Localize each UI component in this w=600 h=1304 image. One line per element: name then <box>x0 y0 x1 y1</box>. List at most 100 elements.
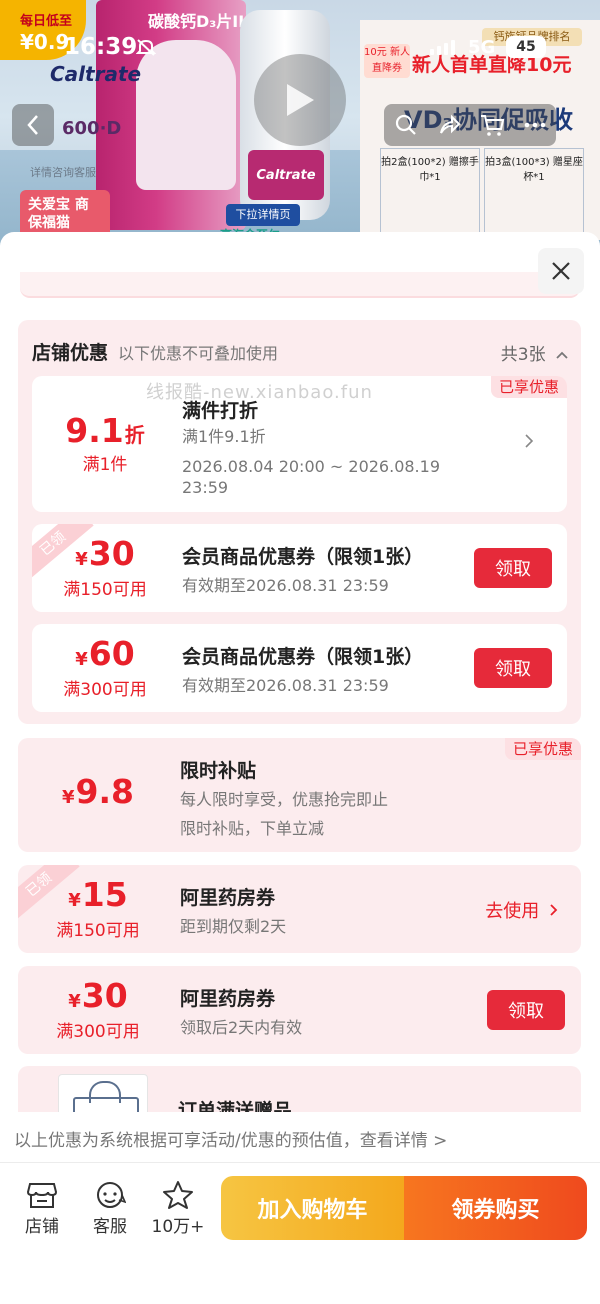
service-tab-label: 客服 <box>93 1217 127 1237</box>
use-coupon-link[interactable]: 去使用 <box>485 897 559 923</box>
currency-symbol: ¥ <box>68 890 81 911</box>
coupon-amount: 9.1 <box>65 411 124 450</box>
coupon-title: 会员商品优惠券（限领1张） <box>182 646 424 668</box>
share-icon[interactable] <box>427 104 470 146</box>
coupon-amount: 15 <box>81 875 128 914</box>
currency-symbol: ¥ <box>75 649 88 670</box>
back-button[interactable] <box>12 104 54 146</box>
back-arrow-icon <box>27 115 38 135</box>
limited-subsidy-card: ¥9.8 限时补贴 每人限时享受，优惠抢完即止 限时补贴，下单立减 已享优惠 <box>18 738 581 852</box>
coupon-unit: 折 <box>124 423 145 447</box>
coupon-title: 阿里药房券 <box>180 887 276 909</box>
mute-icon <box>135 38 157 61</box>
more-icon[interactable] <box>513 104 556 146</box>
favorite-tab[interactable]: 10万+ <box>148 1178 208 1237</box>
subsidy-desc-2: 限时补贴，下单立减 <box>180 819 325 838</box>
status-time: 16:39 <box>64 34 138 60</box>
coupon-condition: 满300可用 <box>63 680 147 700</box>
member-coupon-card: 已领 ¥30 满150可用 会员商品优惠券（限领1张） 有效期至2026.08.… <box>32 524 567 612</box>
member-coupon-card: ¥60 满300可用 会员商品优惠券（限领1张） 有效期至2026.08.31 … <box>32 624 567 712</box>
gift-offer-card[interactable]: 订单满送赠品 <box>18 1066 581 1112</box>
coupon-expiry: 距到期仅剩2天 <box>180 917 287 936</box>
pharmacy-coupon-card: 已领 ¥15 满150可用 阿里药房券 距到期仅剩2天 去使用 <box>18 865 581 953</box>
favorite-count-label: 10万+ <box>151 1217 205 1237</box>
store-section-subtitle: 以下优惠不可叠加使用 <box>118 344 279 363</box>
watermark-text: 线报酷-new.xianbao.fun <box>146 382 373 403</box>
enjoyed-discount-tag: 已享优惠 <box>490 376 567 398</box>
star-icon <box>162 1178 194 1212</box>
subsidy-value-block: ¥9.8 <box>18 738 178 852</box>
currency-symbol: ¥ <box>75 549 88 570</box>
coupon-validity: 有效期至2026.08.31 23:59 <box>182 676 389 695</box>
coupon-validity: 2026.08.04 20:00 ~ 2026.08.19 <box>182 457 440 476</box>
combo-offer-2: 拍2盒(100*2) 赠擦手巾*1 <box>380 148 480 234</box>
store-coupon-count-toggle[interactable]: 共3张 <box>501 340 569 365</box>
coupon-amount: 30 <box>88 534 135 573</box>
currency-symbol: ¥ <box>62 787 75 808</box>
divider <box>0 1162 600 1163</box>
store-icon <box>26 1178 58 1212</box>
subsidy-title: 限时补贴 <box>180 760 257 782</box>
gift-title: 订单满送赠品 <box>178 1100 293 1112</box>
combo-offer-3: 拍3盒(100*3) 赠星座杯*1 <box>484 148 584 234</box>
chevron-up-icon <box>556 351 568 359</box>
enjoyed-discount-tag: 已享优惠 <box>504 738 581 760</box>
subsidy-desc: 每人限时享受，优惠抢完即止 <box>180 790 389 809</box>
coupon-validity-end: 23:59 <box>182 478 229 497</box>
bottle-brand-label: Caltrate <box>248 150 324 200</box>
coupon-value-block: ¥30 满150可用 <box>32 524 178 612</box>
use-coupon-label: 去使用 <box>485 901 540 922</box>
insurance-badge[interactable]: 关爱宝 商保福猫 <box>20 190 110 238</box>
coupon-desc: 满1件9.1折 <box>182 427 266 446</box>
subsidy-amount: 9.8 <box>75 772 134 811</box>
signal-icon <box>430 40 455 55</box>
coupon-condition: 满150可用 <box>63 580 147 600</box>
chevron-right-icon <box>550 904 558 916</box>
store-tab-label: 店铺 <box>25 1217 59 1237</box>
network-type: 5G <box>468 37 496 58</box>
coupon-value-block: ¥15 满150可用 <box>18 865 178 953</box>
pharmacy-coupon-card: ¥30 满300可用 阿里药房券 领取后2天内有效 领取 <box>18 966 581 1054</box>
coupon-validity: 有效期至2026.08.31 23:59 <box>182 576 389 595</box>
service-icon <box>94 1178 126 1212</box>
pull-down-sticker: 下拉详情页 <box>226 204 300 226</box>
sticker-line2: ¥0.9 <box>20 30 70 54</box>
claim-button[interactable]: 领取 <box>474 548 552 588</box>
estimate-disclaimer-link[interactable]: 以上优惠为系统根据可享活动/优惠的预估值，查看详情 > <box>14 1124 586 1158</box>
previous-card-edge <box>20 272 580 298</box>
claim-and-buy-button[interactable]: 领券购买 <box>404 1176 587 1240</box>
coupon-count-label: 共3张 <box>500 345 546 365</box>
product-brand-text: Caltrate <box>50 62 142 86</box>
customer-service-tab[interactable]: 客服 <box>80 1178 140 1237</box>
coupon-value-block: ¥30 满300可用 <box>18 966 178 1054</box>
new-user-coupon-tag: 10元 新人直降券 <box>364 44 410 78</box>
gift-bag-image <box>58 1074 148 1112</box>
product-box-panel <box>136 40 236 190</box>
top-action-group <box>384 104 556 146</box>
coupon-scroll-area[interactable]: 店铺优惠 以下优惠不可叠加使用 共3张 9.1折 满1件 满件打折 满1件9.1… <box>0 232 600 1112</box>
add-to-cart-button[interactable]: 加入购物车 <box>221 1176 404 1240</box>
bottom-action-bar: 店铺 客服 10万+ 加入购物车 领券购买 <box>0 1176 600 1256</box>
coupon-condition: 满300可用 <box>56 1022 140 1042</box>
claim-button[interactable]: 领取 <box>474 648 552 688</box>
product-box-title: 碳酸钙D₃片II <box>148 12 245 31</box>
currency-symbol: ¥ <box>68 991 81 1012</box>
coupon-value-block: ¥60 满300可用 <box>32 624 178 712</box>
sticker-line1: 每日低至 <box>20 14 73 29</box>
store-section-title: 店铺优惠 <box>32 342 109 364</box>
coupon-title: 阿里药房券 <box>180 988 276 1010</box>
coupon-condition: 满150可用 <box>56 921 140 941</box>
store-tab[interactable]: 店铺 <box>12 1178 72 1237</box>
close-icon <box>552 262 570 280</box>
claim-button[interactable]: 领取 <box>487 990 565 1030</box>
video-play-button[interactable] <box>254 54 346 146</box>
search-icon[interactable] <box>384 104 427 146</box>
coupon-validity: 领取后2天内有效 <box>180 1018 303 1037</box>
coupon-amount: 30 <box>81 976 128 1015</box>
close-sheet-button[interactable] <box>538 248 584 294</box>
chevron-right-icon <box>524 430 534 454</box>
detail-consult-link[interactable]: 详情咨询客服 <box>30 164 96 180</box>
coupon-title: 会员商品优惠券（限领1张） <box>182 546 424 568</box>
cart-icon[interactable] <box>470 104 513 146</box>
coupon-amount: 60 <box>88 634 135 673</box>
